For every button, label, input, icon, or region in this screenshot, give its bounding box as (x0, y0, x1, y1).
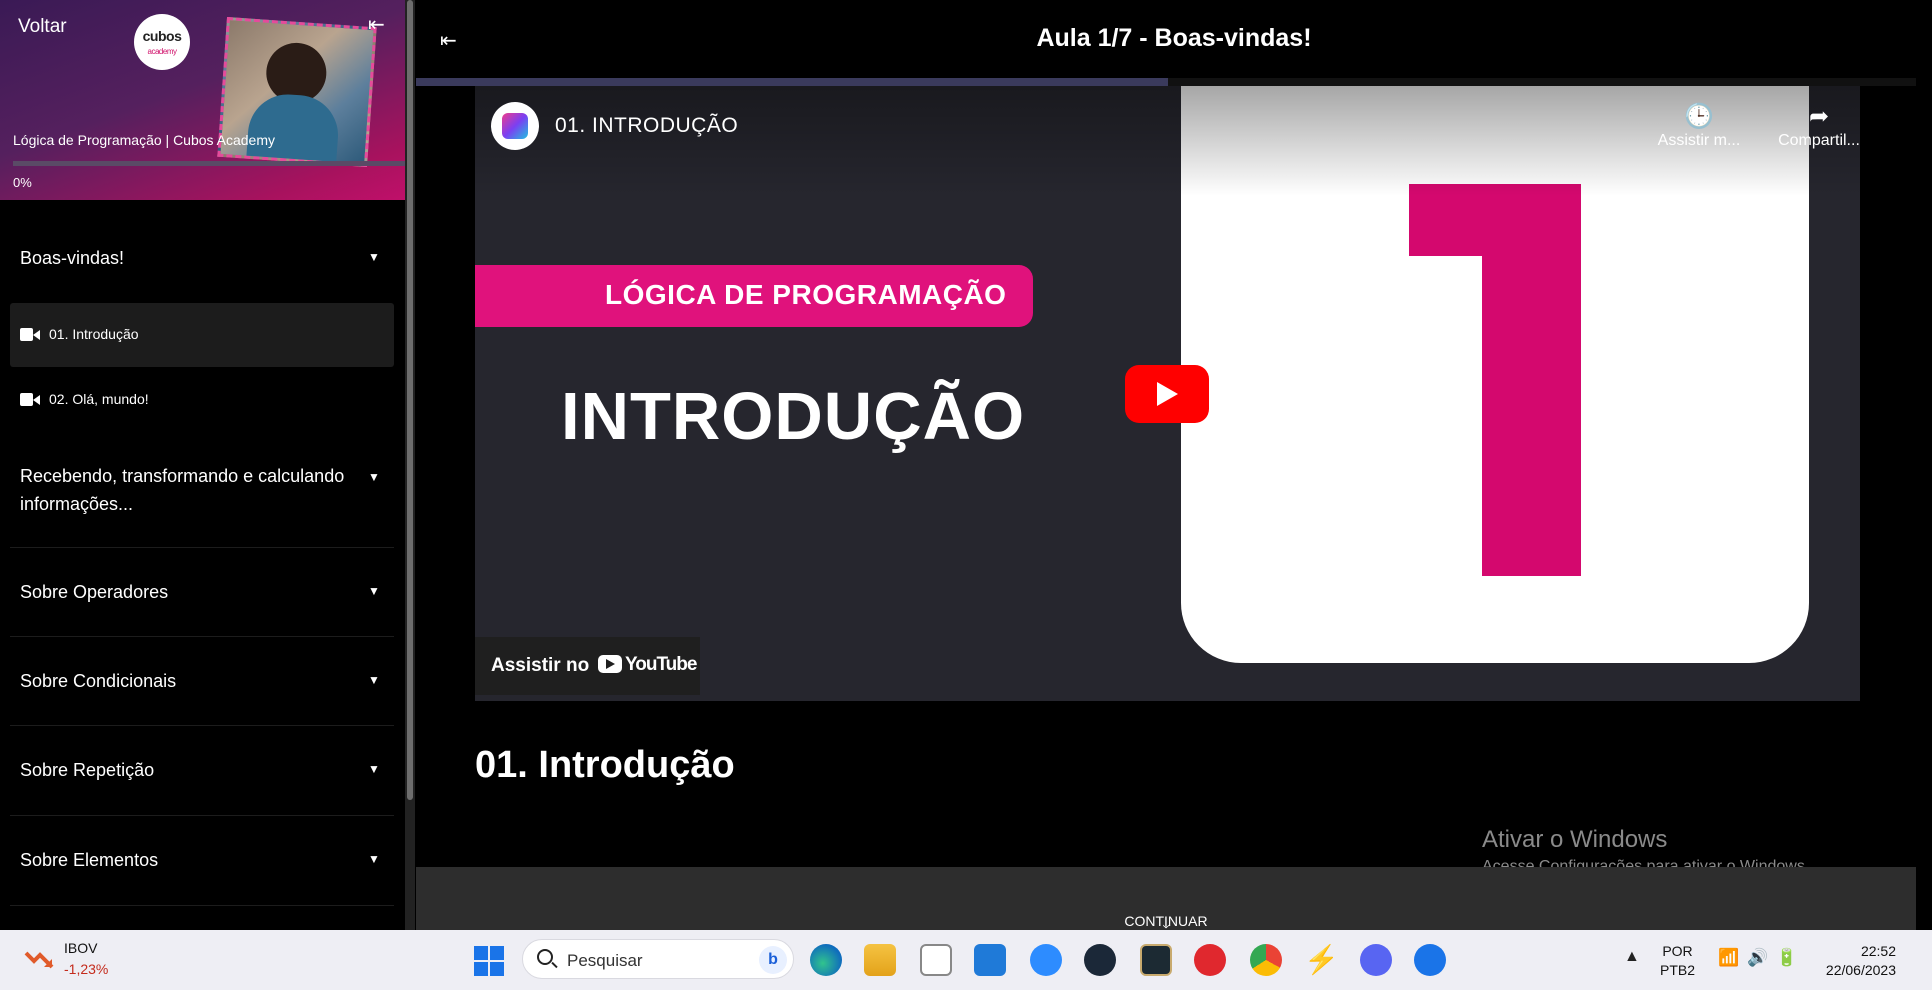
share-label: Compartil... (1778, 132, 1860, 149)
main-scrollbar[interactable] (1916, 78, 1932, 930)
youtube-embed[interactable]: 01. INTRODUÇÃO 🕒 Assistir m... ➦ Compart… (475, 86, 1860, 701)
youtube-brand: YouTube (625, 654, 697, 675)
video-banner-text: LÓGICA DE PROGRAMAÇÃO (605, 279, 1007, 310)
lesson-progress-fill (416, 78, 1168, 86)
lesson-label: 01. Introdução (49, 326, 139, 342)
stock-widget-name[interactable]: IBOV (64, 940, 97, 956)
cubos-logo: cubos academy (134, 14, 190, 70)
play-icon (1157, 382, 1178, 406)
section-label: Sobre Condicionais (20, 671, 177, 691)
collapse-sidebar-icon[interactable]: ⇤ (368, 14, 390, 36)
discord-icon[interactable] (1360, 944, 1392, 976)
stock-widget-change[interactable]: -1,23% (64, 961, 108, 977)
chevron-down-icon: ▼ (368, 852, 380, 866)
watch-on-label: Assistir no (491, 655, 590, 676)
continue-button[interactable]: CONTINUAR 🡓 (416, 867, 1916, 931)
zoom-icon[interactable] (1030, 944, 1062, 976)
stock-chart-icon[interactable] (24, 945, 54, 971)
chevron-down-icon: ▼ (368, 470, 380, 484)
wifi-icon[interactable]: 📶 (1718, 948, 1747, 967)
clock[interactable]: 22:52 22/06/2023 (1810, 942, 1896, 980)
logo-text: cubos (142, 28, 182, 44)
sidebar-scrollbar[interactable] (405, 0, 415, 930)
app-window: Voltar cubos academy ⇤ Lógica de Programa… (0, 0, 1932, 990)
mail-icon[interactable] (974, 944, 1006, 976)
share-button[interactable]: ➦ Compartil... (1769, 102, 1860, 150)
lesson-title: 01. Introdução (475, 744, 735, 786)
section-label: Boas-vindas! (20, 248, 125, 268)
file-explorer-icon[interactable] (864, 944, 896, 976)
watermark-line1: Ativar o Windows (1482, 826, 1668, 853)
section-label: Sobre Elementos (20, 850, 159, 870)
course-hero: Voltar cubos academy ⇤ Lógica de Programa… (0, 0, 406, 200)
lesson-item-introducao[interactable]: 01. Introdução (10, 303, 394, 367)
course-progress-text: 0% (13, 175, 32, 190)
section-repeticao[interactable]: Sobre Repetição ▼ (10, 726, 394, 816)
video-banner: LÓGICA DE PROGRAMAÇÃO (475, 265, 1033, 327)
lang-line2: PTB2 (1660, 962, 1696, 978)
back-link[interactable]: Voltar (18, 16, 67, 38)
watch-later-button[interactable]: 🕒 Assistir m... (1649, 102, 1749, 150)
lang-line1: POR (1662, 943, 1693, 959)
taskbar-search[interactable]: Pesquisar b (522, 939, 794, 979)
youtube-logo-icon (598, 655, 622, 673)
language-indicator[interactable]: POR PTB2 (1660, 942, 1695, 980)
bolt-icon[interactable]: ⚡ (1304, 944, 1339, 976)
riot-icon[interactable] (1194, 944, 1226, 976)
steam-icon[interactable] (1084, 944, 1116, 976)
search-placeholder: Pesquisar (567, 951, 643, 970)
section-condicionais[interactable]: Sobre Condicionais ▼ (10, 637, 394, 726)
edge-icon[interactable] (810, 944, 842, 976)
course-progress-bar (13, 161, 405, 166)
watch-on-youtube-button[interactable]: Assistir no YouTube (475, 637, 700, 695)
chevron-down-icon: ▼ (368, 584, 380, 598)
clock-time: 22:52 (1860, 943, 1896, 959)
search-icon (537, 949, 553, 965)
scrollbar-thumb[interactable] (407, 0, 413, 800)
video-camera-icon (20, 328, 40, 341)
video-heading: INTRODUÇÃO (561, 379, 1026, 454)
clock-icon: 🕒 (1684, 103, 1714, 130)
chrome-icon[interactable] (1250, 944, 1282, 976)
channel-avatar[interactable] (491, 102, 539, 150)
share-icon: ➦ (1808, 103, 1830, 130)
tray-chevron-up-icon[interactable]: ▲ (1624, 948, 1640, 966)
start-button[interactable] (474, 946, 504, 976)
video-camera-icon (20, 393, 40, 406)
lesson-label: 02. Olá, mundo! (49, 391, 149, 407)
tray-status-icons[interactable]: 📶🔊🔋 (1718, 948, 1806, 968)
number-one-shape (1482, 184, 1581, 576)
section-recebendo[interactable]: Recebendo, transformando e calculando in… (10, 446, 394, 548)
section-operadores[interactable]: Sobre Operadores ▼ (10, 548, 394, 637)
bluetooth-app-icon[interactable] (1414, 944, 1446, 976)
lesson-progress-bar (416, 78, 1916, 86)
watch-later-label: Assistir m... (1657, 132, 1741, 149)
clock-date: 22/06/2023 (1825, 962, 1896, 978)
section-boas-vindas[interactable]: Boas-vindas! ▼ (10, 230, 394, 300)
logo-sub: academy (147, 47, 177, 56)
course-title: Lógica de Programação | Cubos Academy (13, 132, 276, 148)
chevron-down-icon: ▼ (368, 673, 380, 687)
volume-icon[interactable]: 🔊 (1747, 948, 1776, 967)
chevron-down-icon: ▼ (368, 762, 380, 776)
section-label: Recebendo, transformando e calculando in… (20, 466, 345, 514)
chevron-down-icon: ▼ (368, 250, 380, 264)
section-label: Sobre Repetição (20, 760, 155, 780)
section-label: Sobre Operadores (20, 582, 169, 602)
store-icon[interactable] (920, 944, 952, 976)
play-button[interactable] (1125, 365, 1209, 423)
bing-icon[interactable]: b (759, 946, 787, 974)
battery-icon[interactable]: 🔋 (1776, 948, 1805, 967)
lesson-main: ⇤ Aula 1/7 - Boas-vindas! 01. INTRODUÇÃO… (416, 0, 1932, 931)
lesson-header-title: Aula 1/7 - Boas-vindas! (1036, 24, 1312, 52)
lesson-item-ola-mundo[interactable]: 02. Olá, mundo! (10, 368, 394, 432)
league-icon[interactable] (1140, 944, 1172, 976)
windows-taskbar: IBOV -1,23% Pesquisar b ⚡ ▲ POR PTB2 📶🔊🔋… (0, 930, 1932, 990)
video-title[interactable]: 01. INTRODUÇÃO (555, 114, 738, 138)
section-elementos[interactable]: Sobre Elementos ▼ (10, 816, 394, 906)
course-sidebar: Voltar cubos academy ⇤ Lógica de Programa… (0, 0, 406, 930)
